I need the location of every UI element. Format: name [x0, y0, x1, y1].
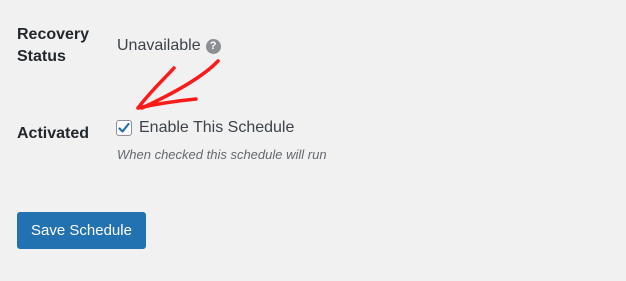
schedule-description: When checked this schedule will run [117, 147, 327, 162]
recovery-status-label: Recovery Status [17, 26, 90, 65]
recovery-status-value-row: Unavailable ? [117, 35, 221, 57]
enable-schedule-row: Enable This Schedule [116, 117, 294, 139]
enable-schedule-label[interactable]: Enable This Schedule [139, 117, 294, 139]
help-question-icon[interactable]: ? [205, 38, 221, 54]
recovery-status-value: Unavailable [117, 37, 201, 54]
checkmark-icon [118, 122, 130, 133]
red-arrow-icon [136, 59, 220, 110]
activated-label: Activated [17, 125, 90, 142]
save-schedule-button[interactable]: Save Schedule [17, 212, 146, 249]
enable-schedule-checkbox[interactable] [116, 120, 132, 136]
